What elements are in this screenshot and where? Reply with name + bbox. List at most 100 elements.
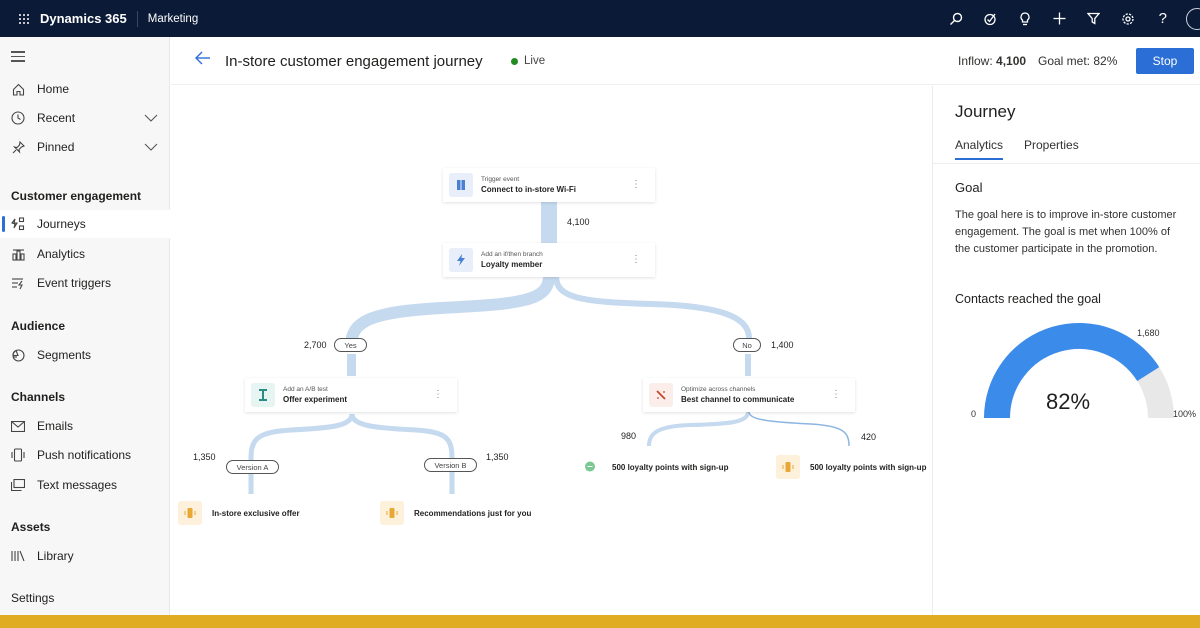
section-assets: Assets: [11, 520, 51, 534]
clock-icon: [10, 110, 26, 126]
goal-met-stat: Goal met: 82%: [1038, 54, 1118, 68]
text-message-icon: [10, 477, 26, 493]
email-icon: [10, 418, 26, 434]
leaf-node[interactable]: 500 loyalty points with sign-up: [574, 454, 754, 480]
footer-bar: [0, 615, 1200, 628]
sidebar-item-event-triggers[interactable]: Event triggers: [0, 269, 170, 297]
sidebar-item-label: Text messages: [37, 478, 118, 492]
push-notification-icon: [380, 501, 404, 525]
tab-analytics[interactable]: Analytics: [955, 138, 1004, 160]
leaf-label: 500 loyalty points with sign-up: [810, 462, 927, 472]
flow-version-a: [248, 413, 355, 494]
flow-connectors: [248, 201, 850, 494]
flow-yes-branch: [345, 275, 555, 347]
search-icon[interactable]: [939, 0, 974, 37]
node-type: Trigger event: [481, 176, 520, 183]
more-options-icon[interactable]: ⋮: [831, 390, 841, 400]
chevron-down-icon[interactable]: [144, 111, 158, 125]
text-message-icon: [578, 455, 602, 479]
sidebar-item-text-messages[interactable]: Text messages: [0, 471, 170, 499]
journey-icon: [10, 216, 26, 232]
sidebar-item-settings[interactable]: Settings: [11, 591, 54, 605]
plus-icon[interactable]: [1042, 0, 1077, 37]
push-notification-icon: [10, 447, 26, 463]
inflow-label: Inflow:: [958, 54, 993, 68]
app-launcher-icon[interactable]: [8, 13, 40, 25]
top-bar: Dynamics 365 Marketing ?: [0, 0, 1200, 37]
library-icon: [10, 548, 26, 564]
contacts-heading: Contacts reached the goal: [955, 292, 1101, 306]
filter-icon[interactable]: [1077, 0, 1112, 37]
flow-yes-stem: [347, 354, 356, 376]
more-options-icon[interactable]: ⋮: [433, 390, 443, 400]
trigger-count: 4,100: [567, 217, 590, 227]
inflow-stat: Inflow: 4,100: [958, 54, 1026, 68]
no-count: 1,400: [771, 340, 794, 350]
brand-name[interactable]: Dynamics 365: [40, 10, 138, 27]
tab-properties[interactable]: Properties: [1024, 138, 1079, 152]
sidebar-item-push-notifications[interactable]: Push notifications: [0, 441, 170, 469]
help-icon[interactable]: ?: [1146, 0, 1181, 37]
version-b-pill[interactable]: Version B: [424, 458, 477, 472]
goal-description: The goal here is to improve in-store cus…: [955, 209, 1177, 255]
status-badge: Live: [524, 55, 546, 67]
more-options-icon[interactable]: ⋮: [631, 255, 641, 265]
sidebar-item-label: Push notifications: [37, 448, 132, 462]
sidebar-item-label: Home: [37, 82, 70, 96]
flow-no-branch: [553, 275, 752, 339]
settings-icon[interactable]: [1111, 0, 1146, 37]
yes-pill[interactable]: Yes: [334, 338, 367, 352]
more-options-icon[interactable]: ⋮: [631, 180, 641, 190]
back-arrow-icon[interactable]: [195, 51, 211, 70]
ab-test-node[interactable]: Add an A/B test Offer experiment ⋮: [245, 378, 457, 412]
sidebar-item-label: Journeys: [37, 217, 86, 231]
section-customer-engagement: Customer engagement: [11, 189, 142, 203]
version-a-pill[interactable]: Version A: [226, 460, 279, 474]
sidebar-item-journeys[interactable]: Journeys: [0, 210, 170, 238]
stop-button[interactable]: Stop: [1136, 48, 1194, 74]
task-icon[interactable]: [973, 0, 1008, 37]
gauge-min-label: 0: [971, 409, 977, 419]
optimize-node[interactable]: Optimize across channels Best channel to …: [643, 378, 855, 412]
home-icon: [10, 81, 26, 97]
node-title: Loyalty member: [481, 260, 543, 269]
sidebar-item-recent[interactable]: Recent: [0, 104, 170, 132]
gauge-target-label: 1,680: [1137, 328, 1160, 338]
details-panel: Journey Analytics Properties Goal The go…: [932, 86, 1200, 615]
app-name[interactable]: Marketing: [148, 13, 199, 25]
node-type: Add an A/B test: [283, 386, 328, 393]
sidebar-item-library[interactable]: Library: [0, 542, 170, 570]
lightning-icon: [449, 248, 473, 272]
avatar[interactable]: [1186, 7, 1200, 30]
analytics-icon: [10, 246, 26, 262]
trigger-node[interactable]: Trigger event Connect to in-store Wi-Fi ⋮: [443, 168, 655, 202]
chevron-down-icon[interactable]: [144, 140, 158, 154]
sidebar-item-label: Event triggers: [37, 276, 112, 290]
panel-title: Journey: [955, 102, 1016, 121]
sidebar-item-home[interactable]: Home: [0, 75, 170, 103]
channel-left-count: 980: [621, 431, 637, 441]
status-dot: [511, 58, 518, 65]
magic-wand-icon: [649, 383, 673, 407]
sidebar-item-emails[interactable]: Emails: [0, 412, 170, 440]
sidebar-item-segments[interactable]: Segments: [0, 341, 170, 369]
tab-divider: [933, 163, 1200, 164]
sidebar: Home Recent Pinned Customer engagement J…: [0, 37, 170, 615]
journey-canvas[interactable]: Trigger event Connect to in-store Wi-Fi ⋮…: [171, 86, 942, 615]
leaf-node[interactable]: 500 loyalty points with sign-up: [772, 454, 942, 480]
leaf-node[interactable]: Recommendations just for you: [376, 500, 576, 526]
flow-version-b: [349, 413, 455, 494]
lightbulb-icon[interactable]: [1008, 0, 1043, 37]
event-trigger-icon: [10, 275, 26, 291]
hamburger-menu-icon[interactable]: [11, 51, 25, 65]
leaf-label: Recommendations just for you: [414, 508, 532, 518]
node-title: Offer experiment: [283, 395, 348, 404]
sidebar-item-analytics[interactable]: Analytics: [0, 240, 170, 268]
sidebar-item-pinned[interactable]: Pinned: [0, 133, 170, 161]
sidebar-item-label: Segments: [37, 348, 92, 362]
ab-test-icon: [251, 383, 275, 407]
branch-node[interactable]: Add an if/then branch Loyalty member ⋮: [443, 243, 655, 277]
no-pill[interactable]: No: [733, 338, 761, 352]
inflow-value: 4,100: [996, 54, 1027, 68]
leaf-node[interactable]: In-store exclusive offer: [174, 500, 334, 526]
